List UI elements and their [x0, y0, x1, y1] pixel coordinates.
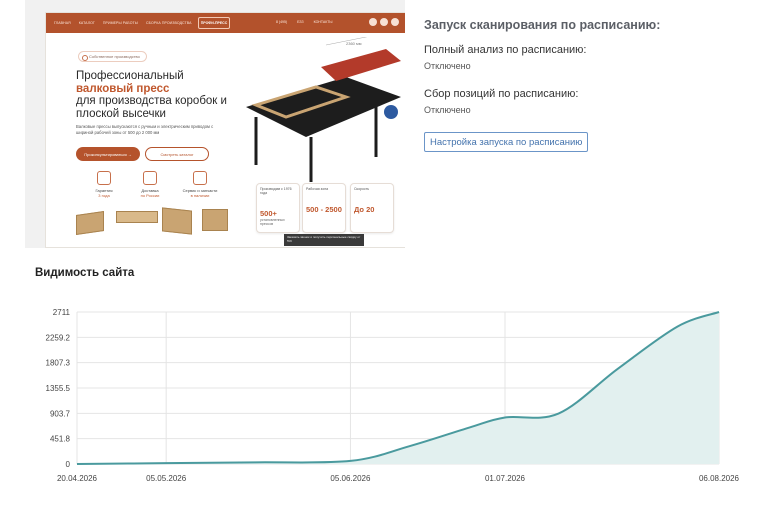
press-machine-illustration: 2360 мм	[246, 37, 401, 182]
box-illustration	[116, 211, 158, 223]
preview-hero-title: Профессиональный валковый пресс для прои…	[76, 70, 246, 120]
y-tick-label: 451.8	[50, 435, 71, 444]
preview-phone: 8 (495)	[276, 20, 288, 24]
full-analysis-status: Отключено	[424, 61, 471, 71]
preview-title-line: для производства коробок и плоской высеч…	[76, 95, 227, 120]
chart-title: Видимость сайта	[35, 267, 135, 279]
stat-head: Производим с 1976 года	[260, 187, 292, 195]
preview-description: Валковые прессы выпускаются с ручным и э…	[76, 124, 214, 135]
site-preview-thumbnail[interactable]: ГЛАВНАЯ КАТАЛОГ ПРИМЕРЫ РАБОТЫ СБОРКА ПР…	[25, 0, 405, 248]
preview-page: ГЛАВНАЯ КАТАЛОГ ПРИМЕРЫ РАБОТЫ СБОРКА ПР…	[45, 12, 405, 248]
box-illustration	[76, 211, 104, 235]
preview-nav-link: КАТАЛОГ	[78, 21, 95, 25]
stat-value: 500 - 2500	[306, 205, 342, 214]
preview-logo: ПРОФИ-ПРЕСС	[198, 17, 230, 29]
stat-head: Скорость	[354, 187, 370, 191]
full-analysis-label: Полный анализ по расписанию:	[424, 44, 587, 56]
preview-nav-link: СБОРКА ПРОИЗВОДСТВА	[146, 21, 192, 25]
preview-feature-delivery: Доставка по России	[130, 171, 170, 198]
feature-value: по России	[140, 193, 160, 198]
schedule-title: Запуск сканирования по расписанию:	[424, 18, 661, 32]
preview-stat-card: Рабочая зона 500 - 2500	[302, 183, 346, 233]
wrench-icon	[193, 171, 207, 185]
x-tick-label: 05.05.2026	[146, 474, 187, 483]
visibility-chart: 0 451.8 903.7 1355.5 1807.3 2259.2 2711 20.04.2…	[46, 308, 740, 483]
x-tick-label: 01.07.2026	[485, 474, 526, 483]
preview-stat-card: Производим с 1976 года 500+ установленны…	[256, 183, 300, 233]
truck-icon	[143, 171, 157, 185]
box-illustration	[162, 207, 192, 235]
preview-phones: 8 (495) ЕЗЗ КОНТАКТЫ	[276, 20, 332, 24]
preview-feature-service: Сервис и запчасти в наличии	[180, 171, 220, 198]
box-illustration	[202, 209, 228, 231]
stat-value: 500+	[260, 209, 277, 218]
preview-dimension-label: 2360 мм	[346, 41, 362, 46]
preview-consult-button: Проконсультироваться →	[76, 147, 140, 161]
positions-label: Сбор позиций по расписанию:	[424, 88, 579, 100]
preview-feature-warranty: Гарантия 3 года	[84, 171, 124, 198]
social-icon	[369, 18, 377, 26]
positions-status: Отключено	[424, 105, 471, 115]
y-tick-label: 2711	[53, 308, 71, 317]
schedule-settings-button[interactable]: Настройка запуска по расписанию	[424, 132, 589, 152]
x-tick-label: 05.06.2026	[330, 474, 371, 483]
stat-head: Рабочая зона	[306, 187, 329, 191]
preview-phone: ЕЗЗ	[297, 20, 304, 24]
social-icon	[380, 18, 388, 26]
preview-badge: Собственное производство	[78, 51, 147, 62]
preview-tooltip: Заказать звонок и получить персональные …	[284, 234, 364, 246]
x-tick-label: 20.04.2026	[57, 474, 98, 483]
y-tick-label: 1807.3	[46, 359, 71, 368]
feature-value: в наличии	[190, 193, 210, 198]
preview-title-line: Профессиональный	[76, 70, 184, 82]
y-tick-label: 0	[66, 460, 71, 469]
feature-value: 3 года	[98, 193, 110, 198]
page-root: ГЛАВНАЯ КАТАЛОГ ПРИМЕРЫ РАБОТЫ СБОРКА ПР…	[0, 0, 759, 505]
preview-nav-link: ГЛАВНАЯ	[54, 21, 71, 25]
y-tick-label: 2259.2	[46, 333, 71, 342]
y-tick-label: 1355.5	[46, 384, 71, 393]
preview-social-icons	[369, 18, 399, 26]
preview-stat-card: Скорость До 20	[350, 183, 394, 233]
social-icon	[391, 18, 399, 26]
stat-value: До 20	[354, 205, 375, 214]
preview-phone: КОНТАКТЫ	[313, 20, 333, 24]
x-tick-label: 06.08.2026	[699, 474, 740, 483]
preview-catalog-button: Смотреть каталог	[145, 147, 209, 161]
shield-icon	[97, 171, 111, 185]
y-tick-label: 903.7	[50, 409, 71, 418]
preview-title-accent: валковый пресс	[76, 82, 170, 95]
preview-nav-link: ПРИМЕРЫ РАБОТЫ	[102, 21, 138, 25]
stat-sub: установленных прессов	[260, 218, 285, 226]
